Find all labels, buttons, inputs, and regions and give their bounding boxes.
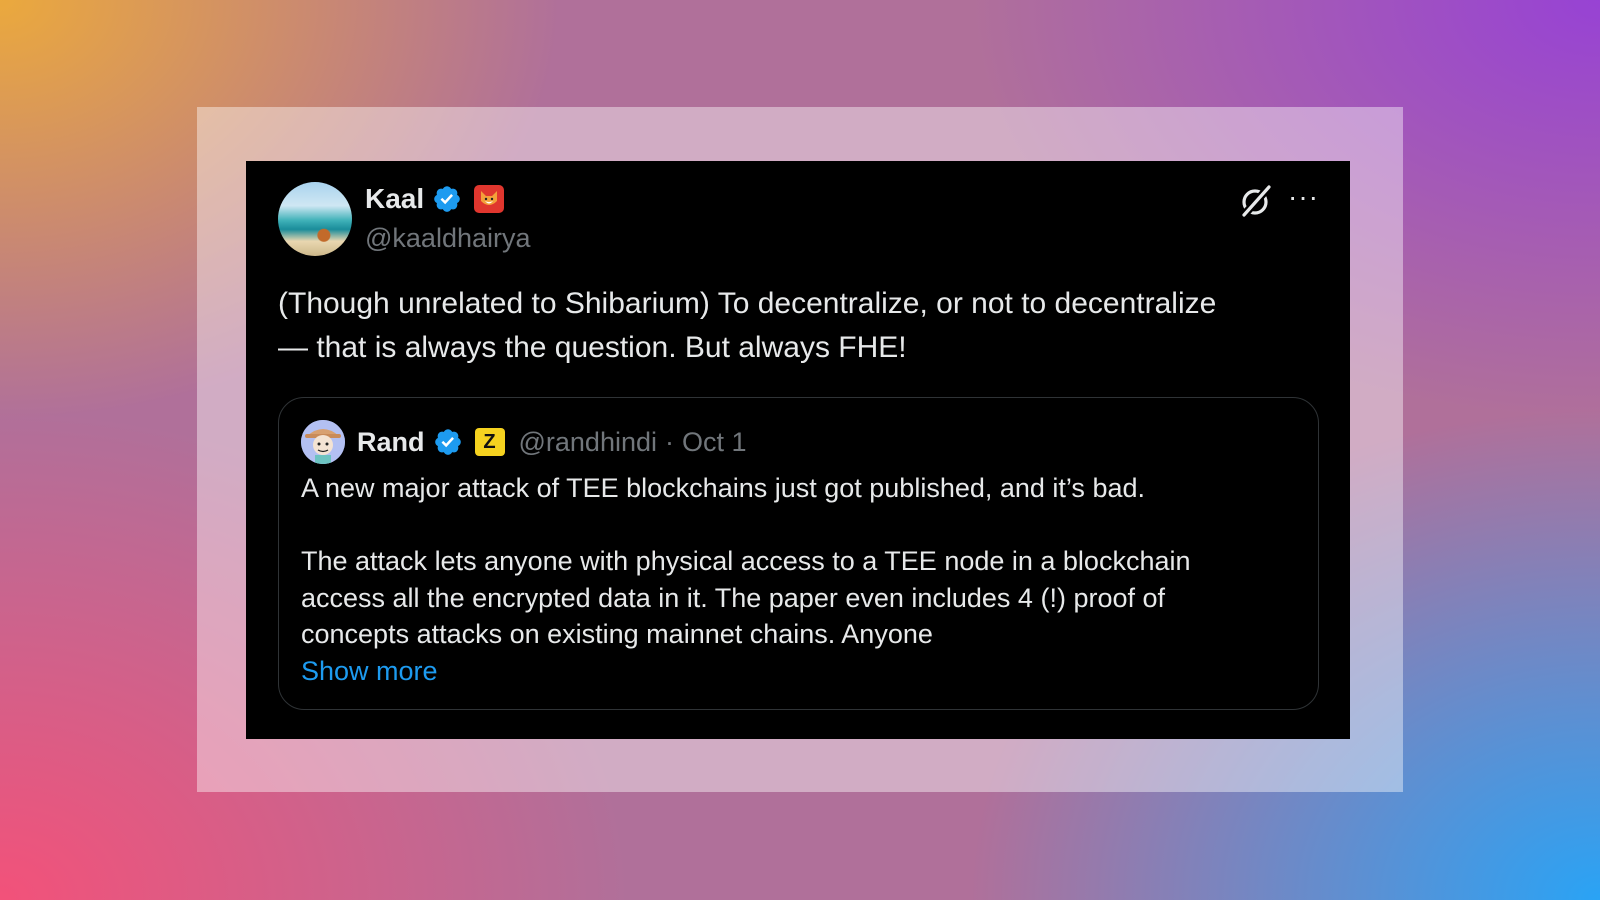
author-name[interactable]: Kaal bbox=[365, 183, 424, 215]
quoted-text-line: access all the encrypted data in it. The… bbox=[301, 582, 1165, 613]
author-handle[interactable]: @kaaldhairya bbox=[365, 223, 531, 254]
verified-badge-icon bbox=[434, 429, 461, 455]
dot-separator: · bbox=[665, 426, 674, 457]
tweet-card[interactable]: Kaal @kaaldhairya ··· (Though unrelated … bbox=[246, 161, 1350, 739]
more-options-button[interactable]: ··· bbox=[1288, 181, 1319, 213]
quoted-tweet[interactable]: Rand Z @randhindi · Oct 1 A new major at… bbox=[278, 397, 1319, 710]
grok-icon[interactable] bbox=[1238, 183, 1274, 219]
quoted-paragraph: A new major attack of TEE blockchains ju… bbox=[301, 473, 1145, 503]
author-name-row: Kaal bbox=[365, 182, 505, 216]
quoted-tweet-date[interactable]: Oct 1 bbox=[682, 427, 747, 458]
quoted-tweet-header: Rand Z @randhindi · Oct 1 bbox=[301, 420, 747, 464]
quoted-author-name[interactable]: Rand bbox=[357, 427, 425, 458]
show-more-link[interactable]: Show more bbox=[301, 653, 1291, 690]
quoted-paragraph: The attack lets anyone with physical acc… bbox=[301, 543, 1291, 653]
quoted-author-avatar[interactable] bbox=[301, 420, 345, 464]
tweet-text: (Though unrelated to Shibarium) To decen… bbox=[278, 282, 1318, 370]
quoted-text-line: concepts attacks on existing mainnet cha… bbox=[301, 619, 933, 649]
verified-badge-icon bbox=[434, 186, 460, 212]
quoted-text-line: The attack lets anyone with physical acc… bbox=[301, 546, 1191, 576]
tweet-text-line: — that is always the question. But alway… bbox=[278, 331, 907, 364]
shiba-emoji-icon bbox=[474, 185, 505, 213]
quoted-author-handle[interactable]: @randhindi bbox=[519, 427, 658, 458]
author-avatar[interactable] bbox=[278, 182, 352, 256]
zama-affiliate-badge-icon[interactable]: Z bbox=[474, 428, 505, 456]
quoted-tweet-body: A new major attack of TEE blockchains ju… bbox=[301, 470, 1291, 689]
tweet-text-line: (Though unrelated to Shibarium) To decen… bbox=[278, 287, 1217, 320]
